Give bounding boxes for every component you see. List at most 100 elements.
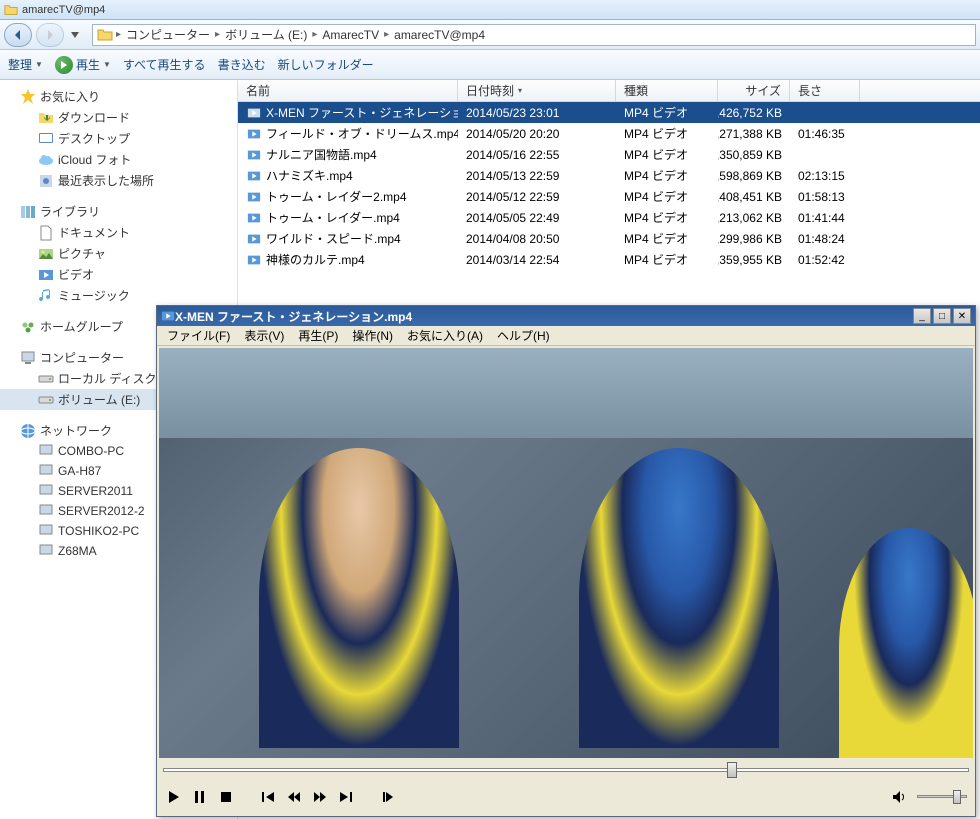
tree-music[interactable]: ミュージック	[0, 285, 237, 306]
file-date: 2014/05/16 22:55	[458, 148, 616, 162]
organize-menu[interactable]: 整理 ▼	[8, 56, 43, 73]
computer-icon	[20, 350, 36, 366]
skip-back-button[interactable]	[259, 789, 277, 805]
close-button[interactable]: ✕	[953, 308, 971, 324]
step-button[interactable]	[379, 789, 397, 805]
tree-downloads[interactable]: ダウンロード	[0, 107, 237, 128]
play-button[interactable]: 再生 ▼	[55, 56, 111, 74]
maximize-button[interactable]: □	[933, 308, 951, 324]
file-name: 神様のカルテ.mp4	[266, 251, 365, 268]
tree-icloud[interactable]: iCloud フォト	[0, 149, 237, 170]
computer-icon	[38, 483, 54, 499]
breadcrumb-amarectv[interactable]: AmarecTV	[320, 28, 381, 42]
volume-thumb[interactable]	[953, 790, 961, 804]
burn-button[interactable]: 書き込む	[218, 56, 266, 73]
file-length: 01:52:42	[790, 253, 860, 267]
play-button[interactable]	[165, 789, 183, 805]
tree-pictures[interactable]: ピクチャ	[0, 243, 237, 264]
pause-button[interactable]	[191, 789, 209, 805]
file-date: 2014/05/05 22:49	[458, 211, 616, 225]
column-name[interactable]: 名前	[238, 80, 458, 101]
column-date[interactable]: 日付時刻▾	[458, 80, 616, 101]
breadcrumb-volume[interactable]: ボリューム (E:)	[223, 26, 309, 43]
column-size[interactable]: サイズ	[718, 80, 790, 101]
separator-icon: ▸	[215, 29, 220, 40]
file-row[interactable]: フィールド・オブ・ドリームス.mp42014/05/20 20:20MP4 ビデ…	[238, 123, 980, 144]
folder-icon	[97, 27, 113, 43]
file-type: MP4 ビデオ	[616, 209, 718, 226]
computer-icon	[38, 523, 54, 539]
menu-navigate[interactable]: 操作(N)	[346, 325, 399, 346]
folder-icon	[4, 3, 18, 17]
separator-icon: ▸	[312, 29, 317, 40]
video-icon	[38, 267, 54, 283]
column-type[interactable]: 種類	[616, 80, 718, 101]
disk-icon	[38, 371, 54, 387]
fast-forward-button[interactable]	[311, 789, 329, 805]
menu-help[interactable]: ヘルプ(H)	[491, 325, 556, 346]
navigation-bar: ▸ コンピューター ▸ ボリューム (E:) ▸ AmarecTV ▸ amar…	[0, 20, 980, 50]
player-title: X-MEN ファースト・ジェネレーション.mp4	[175, 308, 913, 325]
tree-desktop[interactable]: デスクトップ	[0, 128, 237, 149]
network-icon	[20, 423, 36, 439]
menu-play[interactable]: 再生(P)	[292, 325, 344, 346]
skip-forward-button[interactable]	[337, 789, 355, 805]
history-dropdown[interactable]	[68, 25, 82, 45]
volume-slider[interactable]	[917, 790, 967, 804]
file-date: 2014/04/08 20:50	[458, 232, 616, 246]
window-title: amarecTV@mp4	[22, 4, 105, 16]
file-row[interactable]: ナルニア国物語.mp42014/05/16 22:55MP4 ビデオ1,350,…	[238, 144, 980, 165]
seek-thumb[interactable]	[727, 762, 737, 778]
file-name: X-MEN ファースト・ジェネレーショ..	[266, 104, 458, 121]
address-bar[interactable]: ▸ コンピューター ▸ ボリューム (E:) ▸ AmarecTV ▸ amar…	[92, 24, 976, 46]
menu-favorites[interactable]: お気に入り(A)	[401, 325, 489, 346]
column-length[interactable]: 長さ	[790, 80, 860, 101]
back-button[interactable]	[4, 23, 32, 47]
file-row[interactable]: トゥーム・レイダー.mp42014/05/05 22:49MP4 ビデオ1,21…	[238, 207, 980, 228]
disk-icon	[38, 392, 54, 408]
file-row[interactable]: ワイルド・スピード.mp42014/04/08 20:50MP4 ビデオ1,29…	[238, 228, 980, 249]
breadcrumb-computer[interactable]: コンピューター	[124, 26, 212, 43]
tree-videos[interactable]: ビデオ	[0, 264, 237, 285]
file-name: ハナミズキ.mp4	[266, 167, 353, 184]
file-length: 01:41:44	[790, 211, 860, 225]
computer-icon	[38, 463, 54, 479]
computer-icon	[38, 503, 54, 519]
volume-icon[interactable]	[891, 789, 909, 805]
breadcrumb-current[interactable]: amarecTV@mp4	[392, 28, 487, 42]
menu-view[interactable]: 表示(V)	[238, 325, 290, 346]
new-folder-button[interactable]: 新しいフォルダー	[278, 56, 374, 73]
video-file-icon	[246, 148, 262, 162]
file-date: 2014/05/20 20:20	[458, 127, 616, 141]
file-length: 01:58:13	[790, 190, 860, 204]
video-file-icon	[246, 169, 262, 183]
file-type: MP4 ビデオ	[616, 188, 718, 205]
tree-favorites[interactable]: お気に入り	[0, 86, 237, 107]
player-titlebar[interactable]: X-MEN ファースト・ジェネレーション.mp4 _ □ ✕	[157, 306, 975, 326]
file-size: 1,299,986 KB	[718, 232, 790, 246]
rewind-button[interactable]	[285, 789, 303, 805]
file-size: 1,598,869 KB	[718, 169, 790, 183]
seek-bar[interactable]	[163, 760, 969, 780]
file-row[interactable]: ハナミズキ.mp42014/05/13 22:59MP4 ビデオ1,598,86…	[238, 165, 980, 186]
file-name: ナルニア国物語.mp4	[266, 146, 377, 163]
minimize-button[interactable]: _	[913, 308, 931, 324]
tree-documents[interactable]: ドキュメント	[0, 222, 237, 243]
tree-libraries[interactable]: ライブラリ	[0, 201, 237, 222]
file-type: MP4 ビデオ	[616, 146, 718, 163]
command-toolbar: 整理 ▼ 再生 ▼ すべて再生する 書き込む 新しいフォルダー	[0, 50, 980, 80]
video-file-icon	[246, 232, 262, 246]
document-icon	[38, 225, 54, 241]
desktop-icon	[38, 131, 54, 147]
tree-recent[interactable]: 最近表示した場所	[0, 170, 237, 191]
file-row[interactable]: トゥーム・レイダー2.mp42014/05/12 22:59MP4 ビデオ1,4…	[238, 186, 980, 207]
video-display[interactable]	[159, 348, 973, 758]
file-row[interactable]: 神様のカルテ.mp42014/03/14 22:54MP4 ビデオ1,359,9…	[238, 249, 980, 270]
column-headers: 名前 日付時刻▾ 種類 サイズ 長さ	[238, 80, 980, 102]
file-size: 1,271,388 KB	[718, 127, 790, 141]
menu-file[interactable]: ファイル(F)	[161, 325, 236, 346]
play-all-button[interactable]: すべて再生する	[123, 56, 206, 73]
file-row[interactable]: X-MEN ファースト・ジェネレーショ..2014/05/23 23:01MP4…	[238, 102, 980, 123]
stop-button[interactable]	[217, 789, 235, 805]
forward-button[interactable]	[36, 23, 64, 47]
